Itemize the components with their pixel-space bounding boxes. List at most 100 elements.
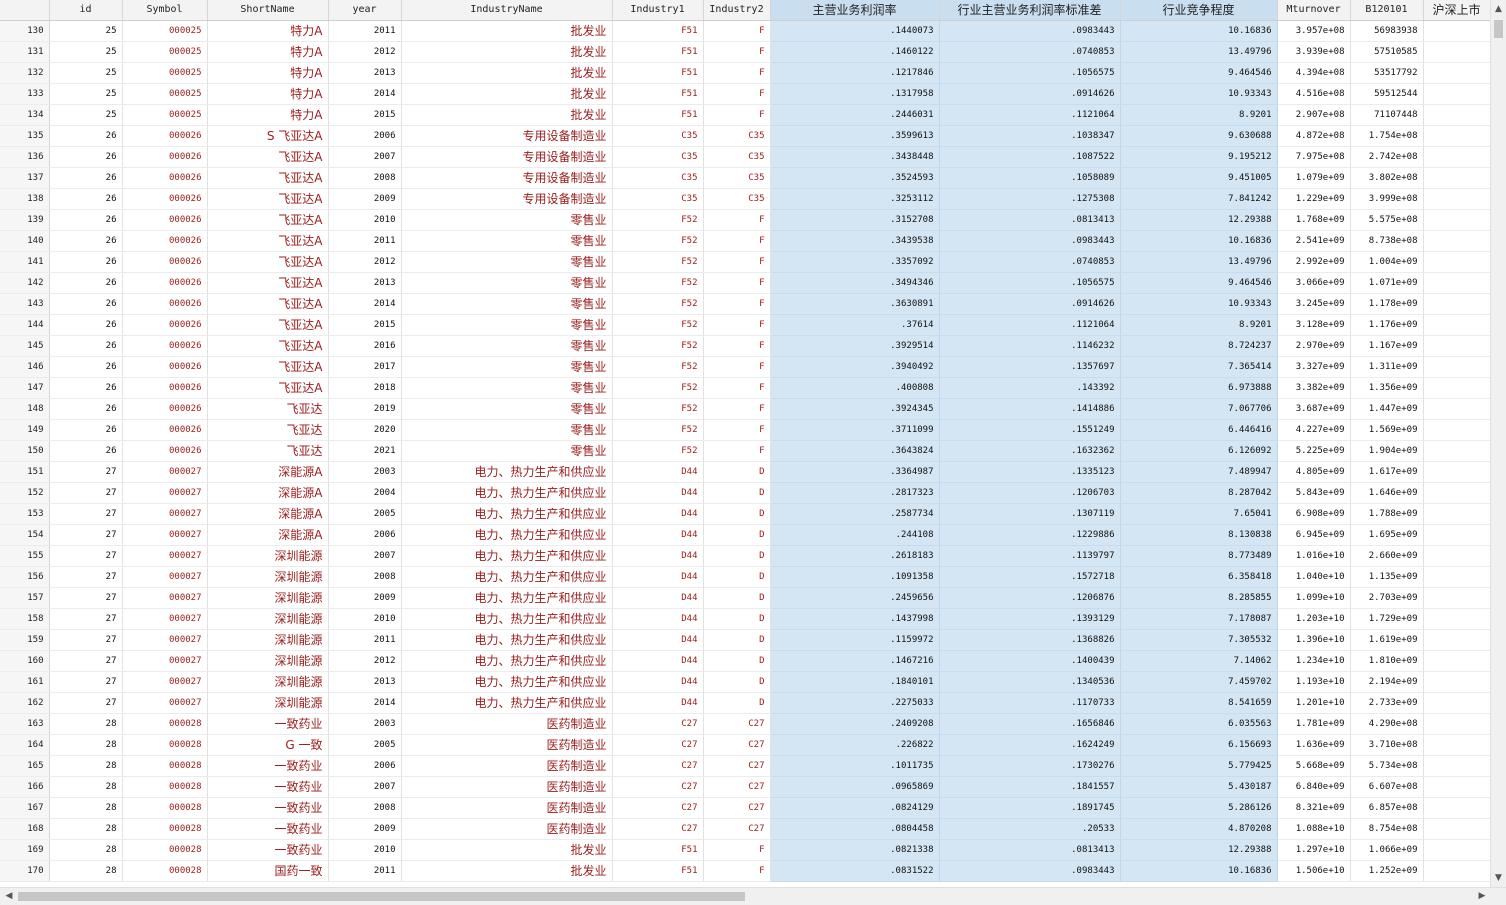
cell-year[interactable]: 2008 <box>328 566 402 588</box>
cell-c1[interactable]: .3253112 <box>770 188 940 210</box>
cell-c3[interactable]: 7.14062 <box>1120 650 1278 672</box>
cell-shortname[interactable]: 一致药业 <box>207 818 329 840</box>
cell-industry2[interactable]: D <box>703 503 771 525</box>
horizontal-scrollbar[interactable]: ◀ ▶ <box>0 887 1506 905</box>
cell-c3[interactable]: 7.65041 <box>1120 503 1278 525</box>
cell-year[interactable]: 2005 <box>328 734 402 756</box>
cell-mturnover[interactable]: 3.957e+08 <box>1277 20 1351 42</box>
cell-industry1[interactable]: C27 <box>612 776 704 798</box>
cell-shortname[interactable]: 深圳能源 <box>207 629 329 651</box>
cell-c1[interactable]: .0965869 <box>770 776 940 798</box>
cell-b120101[interactable]: 1.311e+09 <box>1350 356 1424 378</box>
cell-industryname[interactable]: 电力、热力生产和供应业 <box>401 461 613 483</box>
cell-c1[interactable]: .1437998 <box>770 608 940 630</box>
cell-industry1[interactable]: D44 <box>612 650 704 672</box>
table-row[interactable]: 158 27 000027 深圳能源 2010 电力、热力生产和供应业 D44 D .14379… <box>0 608 1490 630</box>
cell-c2[interactable]: .0983443 <box>939 230 1121 252</box>
cell-industry1[interactable]: D44 <box>612 524 704 546</box>
cell-id[interactable]: 27 <box>49 461 123 483</box>
cell-industry2[interactable]: D <box>703 671 771 693</box>
cell-year[interactable]: 2013 <box>328 671 402 693</box>
table-row[interactable]: 163 28 000028 一致药业 2003 医药制造业 C27 C27.2409208.1… <box>0 713 1490 735</box>
cell-c3[interactable]: 13.49796 <box>1120 41 1278 63</box>
cell-industry1[interactable]: F52 <box>612 314 704 336</box>
cell-b120101[interactable]: 1.178e+09 <box>1350 293 1424 315</box>
cell-industry2[interactable]: F <box>703 83 771 105</box>
cell-industry2[interactable]: F <box>703 20 771 42</box>
horizontal-scroll-thumb[interactable] <box>18 892 745 901</box>
cell-symbol[interactable]: 000027 <box>122 482 208 504</box>
cell-shortname[interactable]: 深能源A <box>207 461 329 483</box>
cell-c2[interactable]: .1368826 <box>939 629 1121 651</box>
cell-industry2[interactable]: D <box>703 524 771 546</box>
cell-industryname[interactable]: 电力、热力生产和供应业 <box>401 587 613 609</box>
cell-c3[interactable]: 12.29388 <box>1120 209 1278 231</box>
cell-year[interactable]: 2008 <box>328 797 402 819</box>
cell-ipo[interactable] <box>1423 314 1490 336</box>
cell-id[interactable]: 26 <box>49 272 123 294</box>
cell-mturnover[interactable]: 3.128e+09 <box>1277 314 1351 336</box>
cell-b120101[interactable]: 1.066e+09 <box>1350 839 1424 861</box>
cell-c2[interactable]: .1624249 <box>939 734 1121 756</box>
cell-industryname[interactable]: 零售业 <box>401 356 613 378</box>
table-row[interactable]: 162 27 000027 深圳能源 2014 电力、热力生产和供应业 D44 D .22750… <box>0 692 1490 714</box>
cell-mturnover[interactable]: 1.016e+10 <box>1277 545 1351 567</box>
cell-c2[interactable]: .1551249 <box>939 419 1121 441</box>
cell-c3[interactable]: 10.16836 <box>1120 20 1278 42</box>
cell-industry2[interactable]: F <box>703 314 771 336</box>
cell-mturnover[interactable]: 3.687e+09 <box>1277 398 1351 420</box>
cell-id[interactable]: 26 <box>49 209 123 231</box>
cell-id[interactable]: 28 <box>49 776 123 798</box>
cell-industryname[interactable]: 批发业 <box>401 20 613 42</box>
cell-id[interactable]: 25 <box>49 83 123 105</box>
cell-ipo[interactable] <box>1423 545 1490 567</box>
cell-industry1[interactable]: F52 <box>612 419 704 441</box>
cell-c1[interactable]: .3494346 <box>770 272 940 294</box>
cell-industry1[interactable]: F51 <box>612 83 704 105</box>
cell-year[interactable]: 2010 <box>328 839 402 861</box>
cell-id[interactable]: 27 <box>49 482 123 504</box>
cell-c1[interactable]: .2817323 <box>770 482 940 504</box>
cell-industryname[interactable]: 医药制造业 <box>401 797 613 819</box>
cell-b120101[interactable]: 2.733e+09 <box>1350 692 1424 714</box>
cell-ipo[interactable] <box>1423 356 1490 378</box>
cell-id[interactable]: 25 <box>49 20 123 42</box>
cell-ipo[interactable] <box>1423 104 1490 126</box>
cell-ipo[interactable] <box>1423 230 1490 252</box>
cell-shortname[interactable]: 飞亚达A <box>207 146 329 168</box>
cell-industryname[interactable]: 零售业 <box>401 272 613 294</box>
cell-c1[interactable]: .3152708 <box>770 209 940 231</box>
cell-ipo[interactable] <box>1423 734 1490 756</box>
cell-mturnover[interactable]: 2.970e+09 <box>1277 335 1351 357</box>
cell-c1[interactable]: .3711099 <box>770 419 940 441</box>
cell-c2[interactable]: .1058089 <box>939 167 1121 189</box>
cell-industryname[interactable]: 医药制造业 <box>401 755 613 777</box>
cell-c1[interactable]: .2409208 <box>770 713 940 735</box>
cell-symbol[interactable]: 000025 <box>122 20 208 42</box>
cell-year[interactable]: 2020 <box>328 419 402 441</box>
cell-id[interactable]: 27 <box>49 608 123 630</box>
cell-industry2[interactable]: F <box>703 41 771 63</box>
cell-shortname[interactable]: 特力A <box>207 62 329 84</box>
cell-c1[interactable]: .37614 <box>770 314 940 336</box>
cell-year[interactable]: 2016 <box>328 335 402 357</box>
cell-ipo[interactable] <box>1423 503 1490 525</box>
cell-id[interactable]: 27 <box>49 524 123 546</box>
cell-c1[interactable]: .3364987 <box>770 461 940 483</box>
cell-b120101[interactable]: 2.194e+09 <box>1350 671 1424 693</box>
cell-c2[interactable]: .1121064 <box>939 314 1121 336</box>
table-row[interactable]: 151 27 000027 深能源A 2003 电力、热力生产和供应业 D44 D .33649… <box>0 461 1490 483</box>
cell-year[interactable]: 2019 <box>328 398 402 420</box>
cell-b120101[interactable]: 1.729e+09 <box>1350 608 1424 630</box>
table-row[interactable]: 166 28 000028 一致药业 2007 医药制造业 C27 C27.0965869.1… <box>0 776 1490 798</box>
cell-industry1[interactable]: F51 <box>612 839 704 861</box>
cell-c1[interactable]: .3357092 <box>770 251 940 273</box>
cell-mturnover[interactable]: 1.781e+09 <box>1277 713 1351 735</box>
cell-industry1[interactable]: F51 <box>612 20 704 42</box>
cell-mturnover[interactable]: 4.805e+09 <box>1277 461 1351 483</box>
cell-c1[interactable]: .0831522 <box>770 860 940 882</box>
cell-c2[interactable]: .1229886 <box>939 524 1121 546</box>
cell-industry2[interactable]: D <box>703 629 771 651</box>
cell-c3[interactable]: 8.130838 <box>1120 524 1278 546</box>
cell-industry2[interactable]: C35 <box>703 188 771 210</box>
